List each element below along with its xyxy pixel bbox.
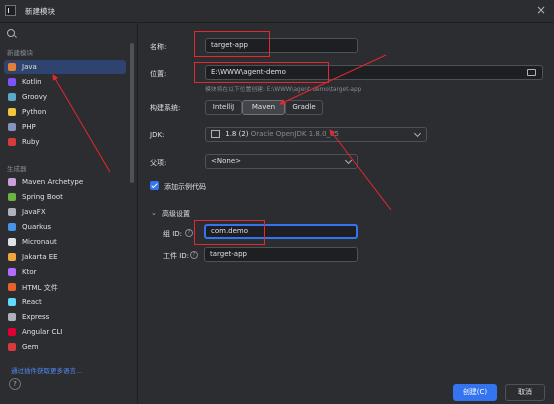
javafx-icon [8, 208, 16, 216]
sidebar-item-label: HTML 文件 [22, 284, 58, 292]
sidebar-item-label: Python [22, 108, 47, 116]
kotlin-icon [8, 78, 16, 86]
sidebar-section-new: 新建模块 [7, 49, 33, 57]
artifact-id-field[interactable]: target-app [204, 247, 358, 262]
build-option-gradle[interactable]: Gradle [285, 100, 323, 115]
search-icon[interactable] [7, 29, 15, 37]
sidebar-item-label: Maven Archetype [22, 178, 84, 186]
sidebar-item-label: React [22, 298, 42, 306]
parent-select[interactable]: <None> [205, 154, 358, 169]
sample-code-checkbox[interactable] [150, 181, 159, 190]
jdk-select[interactable]: 1.8 (2) Oracle OpenJDK 1.8.0_65 [205, 127, 427, 142]
help-button[interactable]: ? [9, 378, 21, 390]
name-label: 名称: [150, 43, 167, 51]
sidebar-item-gem[interactable]: Gem [4, 340, 126, 354]
sidebar-item-label: PHP [22, 123, 36, 131]
sidebar-item-python[interactable]: Python [4, 105, 126, 119]
close-icon[interactable]: × [536, 3, 546, 17]
sidebar-item-html-[interactable]: HTML 文件 [4, 280, 126, 294]
sidebar-item-php[interactable]: PHP [4, 120, 126, 134]
sidebar-scrollbar[interactable] [130, 43, 134, 183]
ruby-icon [8, 138, 16, 146]
build-option-intellij[interactable]: IntelliJ [205, 100, 242, 115]
intellij-app-icon [5, 5, 16, 16]
sidebar-item-label: Kotlin [22, 78, 42, 86]
sidebar-item-label: Jakarta EE [22, 253, 58, 261]
build-system-label: 构建系统: [150, 104, 181, 112]
location-label: 位置: [150, 70, 167, 78]
folder-icon[interactable] [527, 69, 536, 76]
angular-icon [8, 328, 16, 336]
php-icon [8, 123, 16, 131]
sidebar-item-label: Spring Boot [22, 193, 63, 201]
sidebar-item-ktor[interactable]: Ktor [4, 265, 126, 279]
python-icon [8, 108, 16, 116]
sidebar-item-maven-archetype[interactable]: Maven Archetype [4, 175, 126, 189]
jakarta-icon [8, 253, 16, 261]
sidebar-item-angular-cli[interactable]: Angular CLI [4, 325, 126, 339]
sidebar-item-javafx[interactable]: JavaFX [4, 205, 126, 219]
micronaut-icon [8, 238, 16, 246]
quarkus-icon [8, 223, 16, 231]
help-icon[interactable]: ? [185, 229, 193, 237]
sidebar-item-label: Gem [22, 343, 39, 351]
chevron-down-icon [344, 156, 353, 165]
title-bar: 新建模块 × [0, 0, 554, 23]
jdk-version: 1.8 (2) [225, 130, 249, 138]
plugin-languages-link[interactable]: 通过插件获取更多语言... [11, 365, 82, 375]
spring-icon [8, 193, 16, 201]
sidebar-item-label: Angular CLI [22, 328, 63, 336]
chevron-down-icon[interactable]: ⌄ [151, 209, 157, 217]
chevron-down-icon [413, 129, 422, 138]
create-button[interactable]: 创建(C) [453, 384, 497, 401]
sidebar-item-label: Micronaut [22, 238, 57, 246]
parent-label: 父项: [150, 159, 167, 167]
groovy-icon [8, 93, 16, 101]
sidebar-section-generators: 生成器 [7, 165, 27, 173]
jdk-label: JDK: [150, 131, 165, 139]
java-icon [8, 63, 16, 71]
jdk-detail: Oracle OpenJDK 1.8.0_65 [250, 130, 339, 138]
express-icon [8, 313, 16, 321]
cancel-button[interactable]: 取消 [505, 384, 545, 401]
jdk-folder-icon [211, 130, 220, 138]
sample-code-label: 添加示例代码 [164, 183, 206, 191]
sidebar: 新建模块 Java Kotlin Groovy Python PHP Ruby 生成器 M… [0, 23, 138, 404]
sidebar-item-react[interactable]: React [4, 295, 126, 309]
html-icon [8, 283, 16, 291]
sidebar-item-kotlin[interactable]: Kotlin [4, 75, 126, 89]
advanced-settings-header[interactable]: 高级设置 [162, 209, 190, 219]
group-id-label: 组 ID: [163, 230, 183, 238]
sidebar-item-label: Ruby [22, 138, 40, 146]
gem-icon [8, 343, 16, 351]
sidebar-item-jakarta-ee[interactable]: Jakarta EE [4, 250, 126, 264]
sidebar-item-java[interactable]: Java [4, 60, 126, 74]
maven-icon [8, 178, 16, 186]
sidebar-item-micronaut[interactable]: Micronaut [4, 235, 126, 249]
sidebar-item-label: JavaFX [22, 208, 46, 216]
sidebar-item-quarkus[interactable]: Quarkus [4, 220, 126, 234]
sidebar-item-label: Groovy [22, 93, 47, 101]
sidebar-item-groovy[interactable]: Groovy [4, 90, 126, 104]
ktor-icon [8, 268, 16, 276]
window-title: 新建模块 [25, 7, 55, 16]
build-option-maven[interactable]: Maven [242, 100, 285, 115]
react-icon [8, 298, 16, 306]
sidebar-item-ruby[interactable]: Ruby [4, 135, 126, 149]
sidebar-item-express[interactable]: Express [4, 310, 126, 324]
location-hint: 模块将在以下位置创建: E:\WWW\agent-demo\target-app [205, 87, 362, 93]
sidebar-item-spring-boot[interactable]: Spring Boot [4, 190, 126, 204]
sidebar-item-label: Ktor [22, 268, 37, 276]
sidebar-item-label: Java [22, 63, 37, 71]
annotation-box-name [194, 31, 270, 57]
sidebar-item-label: Express [22, 313, 50, 321]
sidebar-item-label: Quarkus [22, 223, 52, 231]
parent-value: <None> [211, 157, 241, 165]
artifact-id-label: 工件 ID: [163, 252, 190, 260]
annotation-box-group-id [194, 220, 265, 245]
annotation-box-location [194, 62, 329, 83]
help-icon[interactable]: ? [190, 251, 198, 259]
